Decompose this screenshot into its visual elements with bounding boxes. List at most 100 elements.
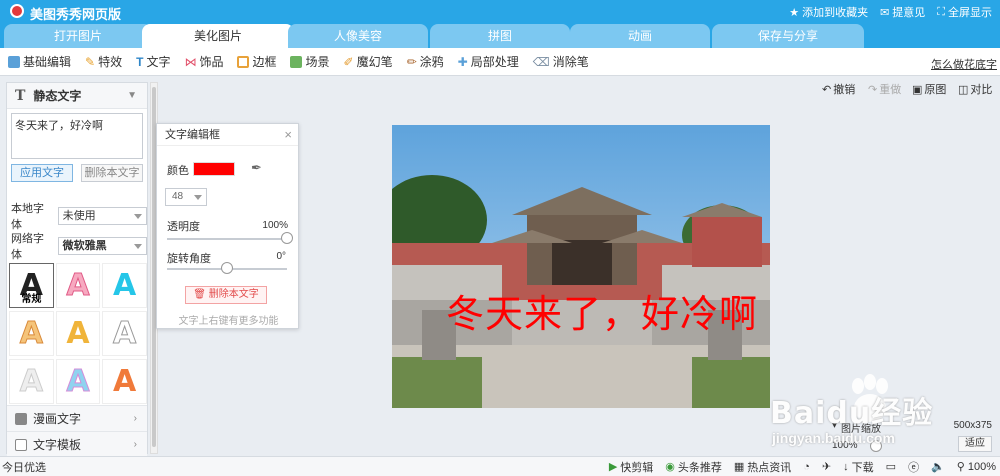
status-item-news[interactable]: ▦ 热点资讯 (734, 459, 791, 475)
bow-icon: ⋈ (184, 54, 197, 69)
font-size-select[interactable]: 48 (165, 188, 207, 206)
tool-eraser[interactable]: ⌫ 消除笔 (533, 53, 589, 70)
main-tab-bar: 打开图片 美化图片 人像美容 拼图 动画 保存与分享 (0, 22, 1000, 48)
style-silver[interactable]: A (102, 311, 147, 356)
search-icon: ⚲ (956, 461, 965, 473)
redo-button[interactable]: ↷ 重做 (868, 80, 901, 98)
text-edit-box: 文字编辑框 × 颜色 ✒ 48 透明度 100% 旋转角度 0° 🗑 删除本文字… (156, 123, 299, 329)
speaker-icon: 🔈 (931, 461, 945, 473)
style-rainbow[interactable]: A (55, 359, 101, 404)
today-picks[interactable]: 今日优选 (2, 459, 46, 475)
status-item-zoom[interactable]: ⚲ 100% (956, 460, 996, 474)
comic-text-item[interactable]: 漫画文字 › (7, 405, 147, 431)
tab-beautify[interactable]: 美化图片 (142, 24, 294, 48)
tab-open-image[interactable]: 打开图片 (4, 24, 152, 48)
fullscreen-link[interactable]: ⛶ 全屏显示 (937, 4, 992, 20)
frame-icon (237, 55, 250, 68)
style-orange[interactable]: A (102, 359, 147, 404)
baidu-watermark: Baidu经验 jingyan.baidu.com (770, 372, 1000, 452)
status-item-headline[interactable]: ◉ 头条推荐 (665, 459, 722, 475)
tab-save-share[interactable]: 保存与分享 (712, 24, 864, 48)
status-item-quick-edit[interactable]: ▶ 快剪辑 (609, 459, 653, 475)
style-regular[interactable]: A 常规 (9, 263, 54, 308)
rotation-knob[interactable] (221, 262, 233, 274)
status-bar: 今日优选 ▶ 快剪辑 ◉ 头条推荐 ▦ 热点资讯 ◔ ✈ ↓ 下载 ▭ ⓔ 🔈 ⚲ 100… (0, 456, 1000, 476)
close-icon[interactable]: × (284, 127, 292, 142)
tool-bar: 基础编辑 ✎ 特效 T 文字 ⋈ 饰品 边框 场景 ✐ 魔幻笔 ✏ 涂鸦 ✚ 局部处理 ⌫ 消… (0, 48, 1000, 76)
tool-text[interactable]: T 文字 (136, 53, 170, 70)
status-item-c[interactable]: ▭ (886, 460, 896, 473)
feedback-link[interactable]: ✉ 提意见 (880, 4, 925, 20)
tab-portrait[interactable]: 人像美容 (288, 24, 428, 48)
opacity-value: 100% (262, 220, 288, 231)
news-icon: ▦ (733, 461, 745, 473)
tool-icon: ◔ (803, 460, 810, 473)
original-button[interactable]: ▣ 原图 (912, 80, 946, 98)
eraser-icon: ⌫ (532, 54, 550, 69)
tool-basic-edit[interactable]: 基础编辑 (8, 53, 71, 70)
status-item-download[interactable]: ↓ 下载 (843, 459, 874, 475)
static-text-header[interactable]: T 静态文字 ▼ (7, 83, 147, 109)
overlay-text[interactable]: 冬天来了，好冷啊 (446, 283, 758, 338)
tab-animation[interactable]: 动画 (570, 24, 710, 48)
ie-icon: ⓔ (908, 461, 920, 474)
text-template-item[interactable]: 文字模板 › (7, 431, 147, 457)
style-gold[interactable]: A (55, 311, 101, 356)
compare-button[interactable]: ◫ 对比 (958, 80, 992, 98)
color-label: 颜色 (167, 165, 189, 177)
edit-box-title: 文字编辑框 (157, 124, 298, 146)
style-pink[interactable]: A (55, 263, 101, 308)
app-title: 美图秀秀网页版 (30, 7, 122, 22)
chevron-down-icon: ▼ (127, 90, 137, 101)
local-font-select[interactable]: 未使用 (57, 207, 147, 225)
rotation-label: 旋转角度 (167, 253, 211, 265)
style-dotted[interactable]: A (9, 311, 54, 356)
trash-icon: 🗑 (193, 289, 206, 300)
compare-icon: ◫ (958, 83, 969, 96)
status-item-d[interactable]: ⓔ (908, 459, 919, 475)
tool-scene[interactable]: 场景 (290, 53, 330, 70)
help-link[interactable]: 怎么做花底字 (931, 56, 997, 72)
tool-local-process[interactable]: ✚ 局部处理 (458, 53, 519, 70)
image-canvas[interactable]: 冬天来了，好冷啊 (392, 125, 770, 408)
opacity-slider[interactable] (167, 232, 293, 244)
undo-icon: ↶ (822, 83, 832, 96)
rotation-slider[interactable] (167, 262, 287, 274)
tool-effects[interactable]: ✎ 特效 (85, 53, 122, 70)
text-content-input[interactable]: 冬天来了，好冷啊 (11, 113, 143, 159)
scene-icon (290, 55, 303, 68)
comment-icon: ✉ (880, 6, 890, 19)
opacity-knob[interactable] (281, 232, 293, 244)
temple-photo (392, 125, 770, 408)
rotation-value: 0° (276, 251, 286, 262)
tab-collage[interactable]: 拼图 (430, 24, 570, 48)
tool-magic-pen[interactable]: ✐ 魔幻笔 (344, 53, 393, 70)
title-links: ★ 添加到收藏夹 ✉ 提意见 ⛶ 全屏显示 (789, 4, 992, 20)
style-white[interactable]: A (9, 359, 54, 404)
opacity-label: 透明度 (167, 221, 200, 233)
comic-text-icon (15, 412, 27, 425)
edit-delete-text-button[interactable]: 🗑 删除本文字 (185, 286, 267, 304)
original-icon: ▣ (912, 83, 923, 96)
fullscreen-icon: ⛶ (937, 5, 945, 18)
watermark-brand: Baidu经验 (770, 396, 934, 431)
tool-doodle[interactable]: ✏ 涂鸦 (407, 53, 444, 70)
add-favorite-link[interactable]: ★ 添加到收藏夹 (789, 4, 868, 20)
download-icon: ↓ (843, 460, 849, 473)
status-item-a[interactable]: ◔ (803, 461, 810, 473)
watermark-url: jingyan.baidu.com (772, 430, 895, 446)
undo-button[interactable]: ↶ 撤销 (822, 80, 855, 98)
eyedropper-icon[interactable]: ✒ (251, 160, 262, 176)
status-item-e[interactable]: 🔈 (931, 460, 945, 473)
tool-ornament[interactable]: ⋈ 饰品 (184, 53, 223, 70)
tool-border[interactable]: 边框 (237, 53, 276, 70)
status-item-b[interactable]: ✈ (822, 460, 831, 473)
web-font-select[interactable]: 微软雅黑 (57, 237, 147, 255)
color-swatch[interactable] (193, 162, 235, 176)
style-cyan[interactable]: A (102, 263, 147, 308)
play-icon: ▶ (608, 461, 618, 473)
delete-text-button[interactable]: 删除本文字 (81, 164, 143, 182)
text-t-icon: T (15, 87, 26, 104)
apply-text-button[interactable]: 应用文字 (11, 164, 73, 182)
star-icon: ★ (789, 6, 800, 19)
